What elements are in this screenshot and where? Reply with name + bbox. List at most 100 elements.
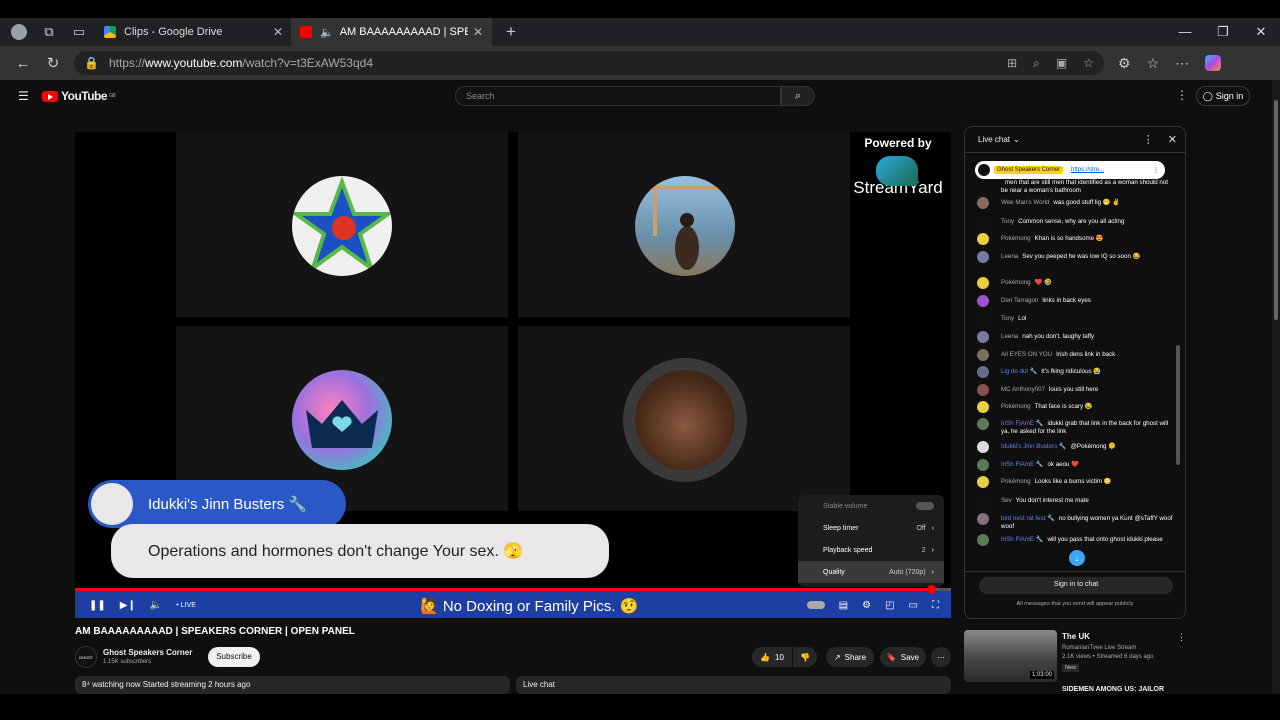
refresh-icon[interactable]: ↻	[38, 54, 68, 72]
rec-title[interactable]: The UK	[1062, 632, 1090, 641]
chat-avatar[interactable]	[977, 441, 989, 453]
chat-avatar[interactable]	[977, 513, 989, 525]
chat-author[interactable]: Den Tarragon	[1001, 297, 1038, 304]
chat-author[interactable]: Tony	[1001, 315, 1014, 322]
channel-avatar[interactable]: GHOST	[75, 646, 97, 668]
chat-author[interactable]: IriSh FlAmE 🔧	[1001, 536, 1043, 543]
workspaces-icon[interactable]: ⧉	[38, 21, 60, 43]
settings-gear-icon[interactable]: ⚙	[862, 600, 871, 611]
search-input[interactable]: Search	[455, 86, 781, 106]
chat-avatar[interactable]	[977, 401, 989, 413]
more-actions-button[interactable]: ⋯	[931, 647, 951, 667]
tab-actions-icon[interactable]: ▭	[68, 21, 90, 43]
page-scrollbar[interactable]	[1272, 80, 1280, 694]
miniplayer-icon[interactable]: ◰	[885, 600, 894, 611]
chat-author[interactable]: Pokémong	[1001, 478, 1031, 485]
window-close-icon[interactable]: ✕	[1242, 24, 1280, 40]
video-thumbnail[interactable]: 1:03:00	[964, 630, 1057, 682]
chat-avatar[interactable]	[977, 197, 989, 209]
chat-avatar[interactable]	[977, 349, 989, 361]
like-button[interactable]: 👍 10	[752, 647, 792, 667]
favorite-star-icon[interactable]: ☆	[1083, 56, 1094, 71]
chat-author[interactable]: Wee Man's World	[1001, 199, 1049, 206]
extensions-icon[interactable]: ⚙	[1118, 55, 1131, 72]
chat-avatar[interactable]	[977, 233, 989, 245]
save-button[interactable]: 🔖 Save	[880, 647, 926, 667]
chat-avatar[interactable]	[977, 384, 989, 396]
settings-sleep-timer[interactable]: Sleep timer Off ›	[798, 517, 944, 539]
chat-avatar[interactable]	[977, 277, 989, 289]
chat-author[interactable]: bird nest rat fest 🔧	[1001, 515, 1055, 522]
chat-author[interactable]: IriSh FlAmE 🔧	[1001, 420, 1043, 427]
chevron-down-icon[interactable]: ⌄	[1013, 135, 1020, 144]
autoplay-toggle[interactable]	[806, 601, 825, 609]
chat-author[interactable]: Idukki's Jinn Busters 🔧	[1001, 443, 1067, 450]
profile-icon[interactable]	[8, 21, 30, 43]
copilot-icon[interactable]	[1205, 54, 1222, 71]
settings-dots-icon[interactable]: ⋮	[1176, 88, 1188, 102]
rec-more-icon[interactable]: ⋮	[1177, 632, 1186, 643]
rec-channel[interactable]: RomanianTvee Live Stream	[1062, 645, 1136, 651]
share-button[interactable]: ↗ Share	[826, 647, 874, 667]
speaker-icon[interactable]: 🔈	[320, 26, 334, 39]
next-icon[interactable]: ▶❙	[120, 600, 136, 611]
subscribe-button[interactable]: Subscribe	[208, 647, 260, 667]
chat-author[interactable]: Pokémong	[1001, 235, 1031, 242]
page-scrollbar-thumb[interactable]	[1274, 100, 1278, 320]
chat-title[interactable]: Live chat	[978, 135, 1010, 144]
chat-author[interactable]: Tony	[1001, 218, 1014, 225]
chat-avatar[interactable]	[977, 459, 989, 471]
search-icon[interactable]: ⌕	[781, 86, 815, 106]
chat-author[interactable]: IriSh FlAmE 🔧	[1001, 461, 1043, 468]
chat-scrollbar-thumb[interactable]	[1176, 345, 1180, 465]
chat-author[interactable]: Sev	[1001, 497, 1012, 504]
zoom-icon[interactable]: ⌕	[1033, 56, 1040, 71]
video-player[interactable]: Powered by StreamYard Idukki's Jinn Bust…	[75, 132, 951, 618]
pause-icon[interactable]: ❚❚	[89, 600, 106, 611]
pinned-more-icon[interactable]: ⋮	[1153, 167, 1159, 174]
tab-google-drive[interactable]: Clips - Google Drive ✕	[96, 18, 292, 46]
close-tab-icon[interactable]: ✕	[473, 25, 483, 39]
description-box[interactable]: 8⁴ watching now Started streaming 2 hour…	[75, 676, 510, 694]
chat-avatar[interactable]	[977, 495, 989, 507]
tab-youtube[interactable]: 🔈 AM BAAAAAAAAAD | SPEAK ✕	[292, 18, 492, 46]
volume-icon[interactable]: 🔈	[150, 600, 162, 611]
restore-icon[interactable]: ❐	[1204, 24, 1242, 40]
live-indicator[interactable]: • LIVE	[176, 602, 196, 609]
scroll-down-icon[interactable]: ↓	[1069, 550, 1085, 566]
hamburger-menu-icon[interactable]: ☰	[18, 89, 29, 103]
chat-avatar[interactable]	[977, 295, 989, 307]
settings-quality[interactable]: Quality Auto (720p) ›	[798, 561, 944, 583]
recommended-video[interactable]: 1:03:00 The UK ⋮ RomanianTvee Live Strea…	[964, 628, 1186, 694]
chat-author[interactable]: Leena	[1001, 253, 1018, 260]
subtitles-icon[interactable]: ▤	[839, 600, 848, 611]
new-tab-button[interactable]: +	[500, 21, 522, 43]
chat-author[interactable]: Lig do dul 🔧	[1001, 368, 1037, 375]
pinned-message[interactable]: Ghost Speakers Corner https://stre... ⋮	[975, 161, 1165, 179]
close-tab-icon[interactable]: ✕	[273, 25, 283, 39]
theater-mode-icon[interactable]: ▭	[909, 600, 918, 611]
settings-playback-speed[interactable]: Playback speed 2 ›	[798, 539, 944, 561]
chat-close-icon[interactable]: ✕	[1168, 133, 1177, 146]
live-chat-replay-box[interactable]: Live chat	[516, 676, 951, 694]
chat-avatar[interactable]	[977, 313, 989, 325]
scrubber-handle[interactable]	[926, 585, 936, 594]
chat-avatar[interactable]	[977, 534, 989, 546]
chat-author[interactable]: Leena	[1001, 333, 1018, 340]
sign-in-button[interactable]: ◯ Sign in	[1196, 86, 1250, 106]
channel-name[interactable]: Ghost Speakers Corner	[103, 648, 192, 657]
fullscreen-icon[interactable]: ⛶	[932, 600, 939, 611]
dislike-button[interactable]: 👎	[793, 647, 817, 667]
pinned-link[interactable]: https://stre...	[1071, 167, 1104, 173]
chat-author[interactable]: All EYES ON YOU	[1001, 351, 1052, 358]
sign-in-to-chat-button[interactable]: Sign in to chat	[979, 577, 1173, 594]
chat-author[interactable]: MC Anthony007	[1001, 386, 1045, 393]
back-icon[interactable]: ←	[8, 55, 38, 72]
app-available-icon[interactable]: ⊞	[1007, 56, 1017, 71]
toggle-icon[interactable]	[916, 502, 934, 510]
chat-author[interactable]: Pokémong	[1001, 403, 1031, 410]
url-field[interactable]: 🔒 https://www.youtube.com/watch?v=t3ExAW…	[74, 51, 1104, 75]
chat-more-icon[interactable]: ⋮	[1143, 133, 1154, 146]
youtube-logo[interactable]: YouTube GB	[42, 89, 116, 103]
chat-avatar[interactable]	[977, 418, 989, 430]
